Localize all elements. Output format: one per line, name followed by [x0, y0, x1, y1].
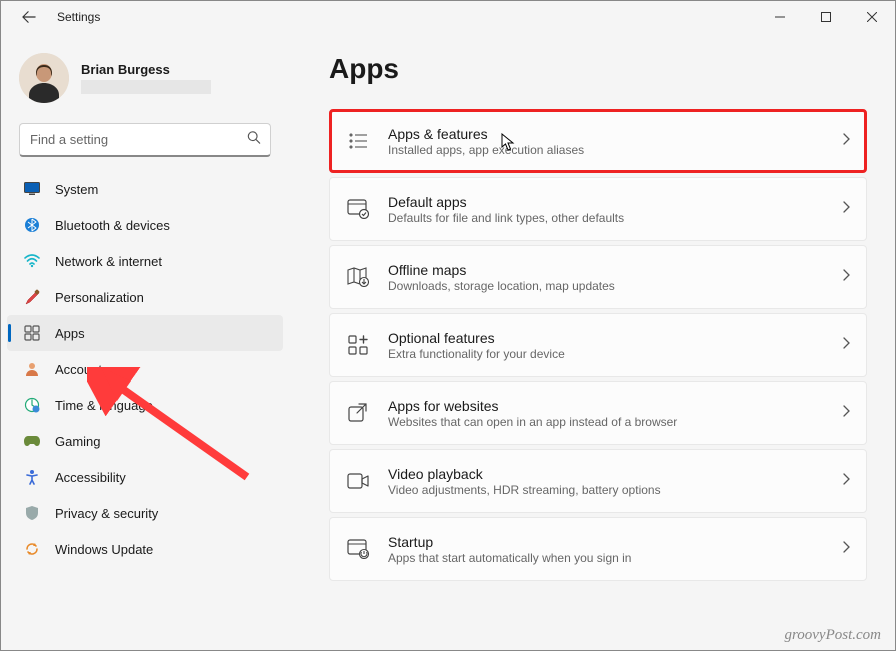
minimize-button[interactable]	[757, 1, 803, 33]
system-icon	[23, 180, 41, 198]
chevron-right-icon	[842, 336, 850, 354]
card-desc: Installed apps, app execution aliases	[388, 143, 842, 157]
sidebar-item-time-language[interactable]: Time & language	[1, 387, 289, 423]
card-title: Apps & features	[388, 126, 842, 142]
startup-icon	[346, 537, 370, 561]
card-desc: Websites that can open in an app instead…	[388, 415, 842, 429]
chevron-right-icon	[842, 268, 850, 286]
sidebar-item-label: Network & internet	[55, 254, 162, 269]
sidebar-item-label: Gaming	[55, 434, 101, 449]
sidebar-item-label: Apps	[55, 326, 85, 341]
sidebar-item-label: Accessibility	[55, 470, 126, 485]
sidebar-item-gaming[interactable]: Gaming	[1, 423, 289, 459]
card-title: Startup	[388, 534, 842, 550]
profile-name: Brian Burgess	[81, 62, 211, 77]
close-icon	[867, 12, 877, 22]
close-button[interactable]	[849, 1, 895, 33]
avatar	[19, 53, 69, 103]
card-desc: Defaults for file and link types, other …	[388, 211, 842, 225]
chevron-right-icon	[842, 472, 850, 490]
apps-icon	[23, 324, 41, 342]
card-optional-features[interactable]: Optional features Extra functionality fo…	[329, 313, 867, 377]
sidebar-item-personalization[interactable]: Personalization	[1, 279, 289, 315]
card-desc: Extra functionality for your device	[388, 347, 842, 361]
card-desc: Video adjustments, HDR streaming, batter…	[388, 483, 842, 497]
window-controls	[757, 1, 895, 33]
card-startup[interactable]: Startup Apps that start automatically wh…	[329, 517, 867, 581]
search-icon	[247, 131, 261, 150]
grid-plus-icon	[346, 333, 370, 357]
sidebar-item-label: Bluetooth & devices	[55, 218, 170, 233]
map-download-icon	[346, 265, 370, 289]
sidebar-item-network[interactable]: Network & internet	[1, 243, 289, 279]
sidebar-item-windows-update[interactable]: Windows Update	[1, 531, 289, 567]
card-title: Optional features	[388, 330, 842, 346]
chevron-right-icon	[842, 132, 850, 150]
maximize-icon	[821, 12, 831, 22]
card-desc: Downloads, storage location, map updates	[388, 279, 842, 293]
bluetooth-icon	[23, 216, 41, 234]
card-title: Default apps	[388, 194, 842, 210]
paintbrush-icon	[23, 288, 41, 306]
card-title: Offline maps	[388, 262, 842, 278]
card-title: Video playback	[388, 466, 842, 482]
minimize-icon	[775, 12, 785, 22]
sidebar-item-bluetooth[interactable]: Bluetooth & devices	[1, 207, 289, 243]
window-title: Settings	[57, 10, 100, 24]
sidebar-item-label: Time & language	[55, 398, 153, 413]
wifi-icon	[23, 252, 41, 270]
profile[interactable]: Brian Burgess	[1, 47, 289, 117]
card-default-apps[interactable]: Default apps Defaults for file and link …	[329, 177, 867, 241]
sidebar-item-accessibility[interactable]: Accessibility	[1, 459, 289, 495]
sidebar-item-label: Windows Update	[55, 542, 153, 557]
card-video-playback[interactable]: Video playback Video adjustments, HDR st…	[329, 449, 867, 513]
maximize-button[interactable]	[803, 1, 849, 33]
default-apps-icon	[346, 197, 370, 221]
arrow-left-icon	[22, 10, 36, 24]
sidebar-item-label: Accounts	[55, 362, 108, 377]
gamepad-icon	[23, 432, 41, 450]
chevron-right-icon	[842, 540, 850, 558]
title-bar: Settings	[1, 1, 895, 33]
back-button[interactable]	[15, 3, 43, 31]
page-title: Apps	[329, 53, 867, 85]
card-title: Apps for websites	[388, 398, 842, 414]
search-input[interactable]	[19, 123, 271, 157]
open-external-icon	[346, 401, 370, 425]
sidebar-item-privacy[interactable]: Privacy & security	[1, 495, 289, 531]
update-icon	[23, 540, 41, 558]
chevron-right-icon	[842, 404, 850, 422]
sidebar: Brian Burgess System Bluetooth & devices…	[1, 33, 289, 650]
person-icon	[23, 360, 41, 378]
sidebar-item-label: System	[55, 182, 98, 197]
chevron-right-icon	[842, 200, 850, 218]
search-container	[19, 123, 271, 157]
card-desc: Apps that start automatically when you s…	[388, 551, 842, 565]
settings-card-list: Apps & features Installed apps, app exec…	[329, 109, 867, 581]
list-icon	[346, 129, 370, 153]
profile-email-redacted	[81, 80, 211, 94]
main-content: Apps Apps & features Installed apps, app…	[289, 33, 895, 650]
sidebar-item-accounts[interactable]: Accounts	[1, 351, 289, 387]
shield-icon	[23, 504, 41, 522]
card-offline-maps[interactable]: Offline maps Downloads, storage location…	[329, 245, 867, 309]
accessibility-icon	[23, 468, 41, 486]
card-apps-features[interactable]: Apps & features Installed apps, app exec…	[329, 109, 867, 173]
sidebar-item-label: Personalization	[55, 290, 144, 305]
watermark: groovyPost.com	[784, 627, 881, 644]
card-apps-websites[interactable]: Apps for websites Websites that can open…	[329, 381, 867, 445]
nav-list: System Bluetooth & devices Network & int…	[1, 171, 289, 567]
video-icon	[346, 469, 370, 493]
sidebar-item-apps[interactable]: Apps	[7, 315, 283, 351]
sidebar-item-label: Privacy & security	[55, 506, 158, 521]
clock-globe-icon	[23, 396, 41, 414]
sidebar-item-system[interactable]: System	[1, 171, 289, 207]
